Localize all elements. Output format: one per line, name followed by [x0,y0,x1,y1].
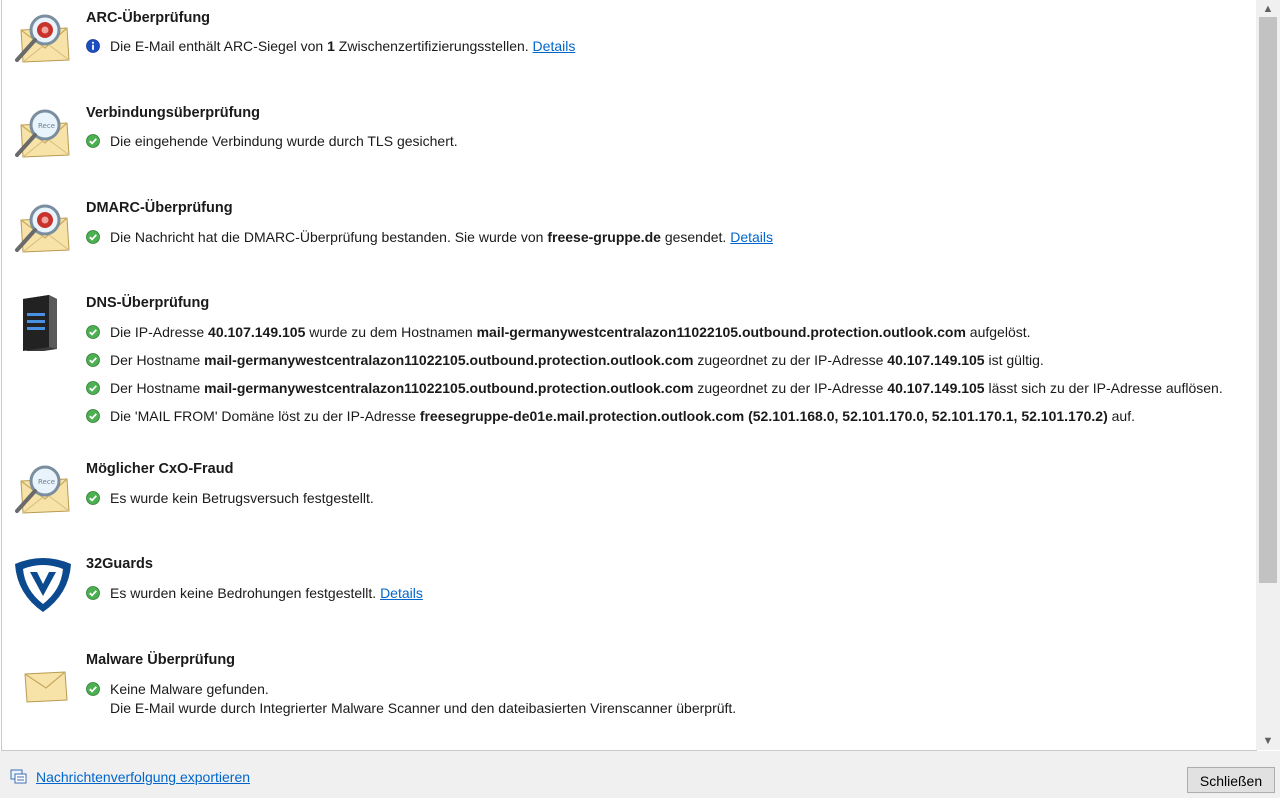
ok-icon [86,409,100,423]
status-line: Der Hostname mail-germanywestcentralazon… [86,350,1044,370]
section-title: Malware Überprüfung [86,652,236,668]
status-line: Die eingehende Verbindung wurde durch TL… [86,131,458,151]
shield-icon [15,558,71,612]
status-line: Die 'MAIL FROM' Domäne löst zu der IP-Ad… [86,406,1135,426]
vertical-scrollbar[interactable]: ▲ ▼ [1256,0,1280,750]
section-title: Möglicher CxO-Fraud [86,461,234,477]
section-arc: ARC-Überprüfung Die E-Mail enthält ARC-S… [2,0,1257,90]
section-cxo-fraud: Rece Möglicher CxO-Fraud Es wurde kein B… [2,451,1257,541]
scrollbar-thumb[interactable] [1259,17,1277,583]
section-title: DMARC-Überprüfung [86,200,233,216]
envelope-search-icon: Rece [13,103,73,161]
status-line: Die E-Mail enthält ARC-Siegel von 1 Zwis… [86,36,575,56]
section-32guards: 32Guards Es wurden keine Bedrohungen fes… [2,546,1257,636]
server-icon [23,295,57,351]
ok-icon [86,491,100,505]
envelope-seal-icon [13,198,73,256]
ok-icon [86,230,100,244]
export-icon [10,769,27,784]
status-line: Die Nachricht hat die DMARC-Überprüfung … [86,227,773,247]
details-link[interactable]: Details [380,585,423,601]
section-title: 32Guards [86,556,153,572]
section-malware: Malware Überprüfung Keine Malware gefund… [2,642,1257,742]
section-title: Verbindungsüberprüfung [86,105,260,121]
section-title: ARC-Überprüfung [86,10,211,26]
scroll-up-icon[interactable]: ▲ [1256,0,1280,18]
envelope-icon [24,671,68,703]
svg-text:Rece: Rece [38,122,55,130]
info-icon [86,39,100,53]
section-connection: Rece Verbindungsüberprüfung Die eingehen… [2,95,1257,185]
section-dmarc: DMARC-Überprüfung Die Nachricht hat die … [2,190,1257,280]
ok-icon [86,353,100,367]
close-button[interactable]: Schließen [1187,767,1275,793]
ok-icon [86,682,100,696]
export-trace[interactable]: Nachrichtenverfolgung exportieren [10,767,250,787]
section-title: DNS-Überprüfung [86,295,210,311]
status-line: Es wurden keine Bedrohungen festgestellt… [86,583,423,603]
dialog-footer: Nachrichtenverfolgung exportieren Schlie… [0,751,1280,798]
status-line: Es wurde kein Betrugsversuch festgestell… [86,488,374,508]
status-line: Der Hostname mail-germanywestcentralazon… [86,378,1223,398]
status-line: Keine Malware gefunden. [86,679,269,699]
scroll-down-icon[interactable]: ▼ [1256,732,1280,750]
svg-text:Rece: Rece [38,478,55,486]
export-trace-link[interactable]: Nachrichtenverfolgung exportieren [36,769,250,785]
ok-icon [86,325,100,339]
results-panel: ARC-Überprüfung Die E-Mail enthält ARC-S… [1,0,1257,751]
section-dns: DNS-Überprüfung Die IP-Adresse 40.107.14… [2,285,1257,450]
envelope-search-icon: Rece [13,459,73,517]
ok-icon [86,586,100,600]
status-detail: Die E-Mail wurde durch Integrierter Malw… [110,700,737,716]
envelope-seal-icon [13,8,73,66]
ok-icon [86,381,100,395]
ok-icon [86,134,100,148]
details-link[interactable]: Details [730,229,773,245]
details-link[interactable]: Details [533,38,576,54]
status-line: Die IP-Adresse 40.107.149.105 wurde zu d… [86,322,1031,342]
